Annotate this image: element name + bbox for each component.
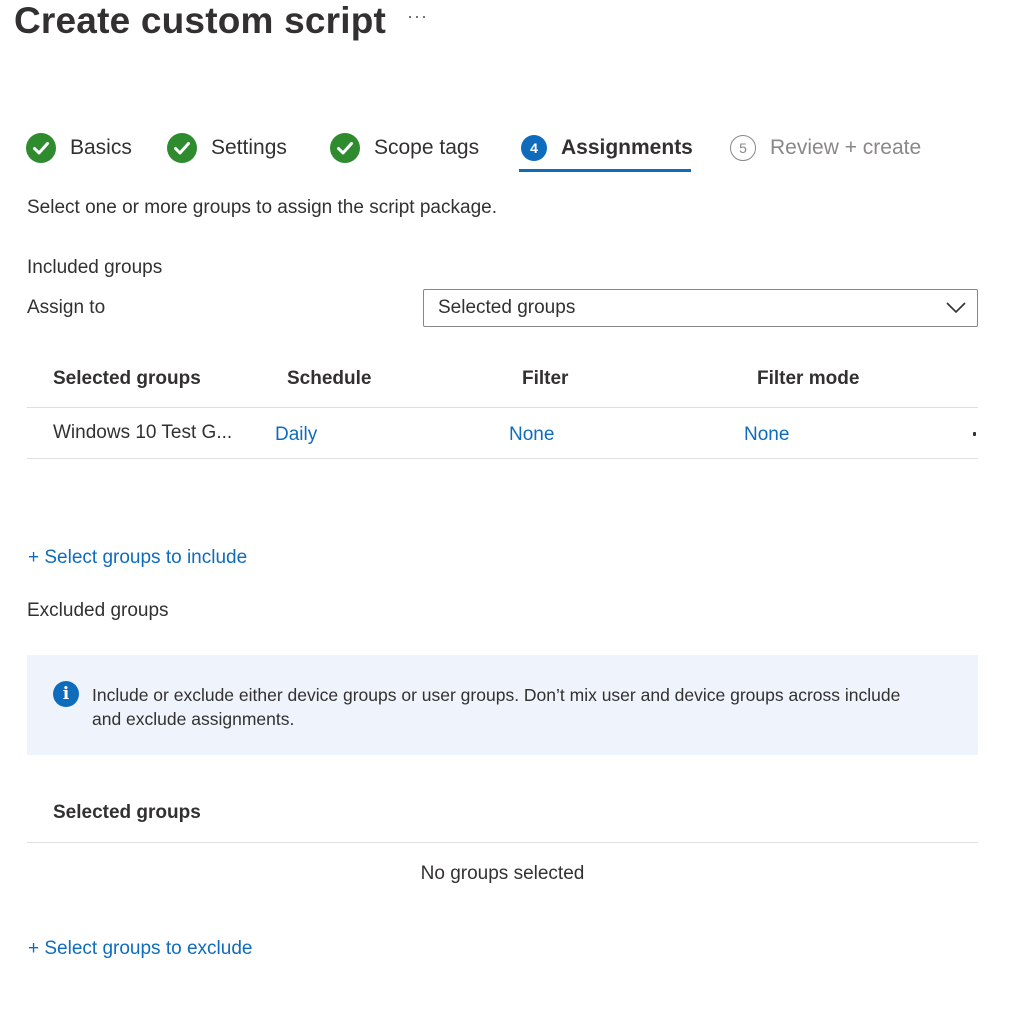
row-more-icon[interactable] [973, 432, 976, 436]
wizard-step-scope-tags[interactable]: Scope tags [330, 128, 479, 168]
step-number-icon: 5 [730, 135, 756, 161]
table-divider [27, 407, 978, 408]
table-divider [27, 842, 978, 843]
filter-link[interactable]: None [509, 424, 554, 446]
wizard-step-label: Basics [70, 136, 132, 159]
wizard-step-basics[interactable]: Basics [26, 128, 132, 168]
excluded-groups-heading: Excluded groups [27, 600, 169, 621]
assign-to-value: Selected groups [438, 297, 576, 318]
table-divider [27, 458, 978, 459]
column-header-filter-mode: Filter mode [757, 368, 860, 389]
check-circle-icon [330, 133, 360, 163]
group-name-cell: Windows 10 Test G... [53, 422, 233, 443]
wizard-step-label: Review + create [770, 136, 922, 159]
column-header-selected-groups: Selected groups [53, 368, 201, 389]
wizard-step-label: Settings [211, 136, 287, 159]
column-header-schedule: Schedule [287, 368, 372, 389]
schedule-link[interactable]: Daily [275, 424, 317, 446]
info-banner-text: Include or exclude either device groups … [92, 685, 901, 729]
wizard-step-assignments[interactable]: 4 Assignments [521, 128, 693, 168]
active-step-indicator [519, 169, 691, 172]
intro-text: Select one or more groups to assign the … [27, 197, 497, 218]
check-circle-icon [26, 133, 56, 163]
select-groups-to-exclude-link[interactable]: + Select groups to exclude [28, 938, 252, 960]
table-row: Windows 10 Test G... Daily None None [27, 409, 978, 458]
empty-state-text: No groups selected [420, 863, 585, 884]
wizard-step-review-create[interactable]: 5 Review + create [730, 128, 921, 168]
select-groups-to-include-link[interactable]: + Select groups to include [28, 547, 247, 569]
page-title: Create custom script [14, 0, 387, 41]
filter-mode-link[interactable]: None [744, 424, 789, 446]
column-header-filter: Filter [522, 368, 569, 389]
assign-to-label: Assign to [27, 297, 106, 318]
step-number-icon: 4 [521, 135, 547, 161]
info-icon: i [53, 681, 79, 707]
check-circle-icon [167, 133, 197, 163]
more-options-button[interactable]: ··· [407, 6, 428, 27]
chevron-down-icon [946, 302, 966, 314]
assign-to-dropdown[interactable]: Selected groups [423, 289, 978, 327]
wizard-step-label: Assignments [561, 136, 693, 159]
included-groups-heading: Included groups [27, 257, 163, 278]
wizard-step-label: Scope tags [374, 136, 480, 159]
column-header-selected-groups: Selected groups [53, 802, 201, 823]
wizard-step-settings[interactable]: Settings [167, 128, 287, 168]
